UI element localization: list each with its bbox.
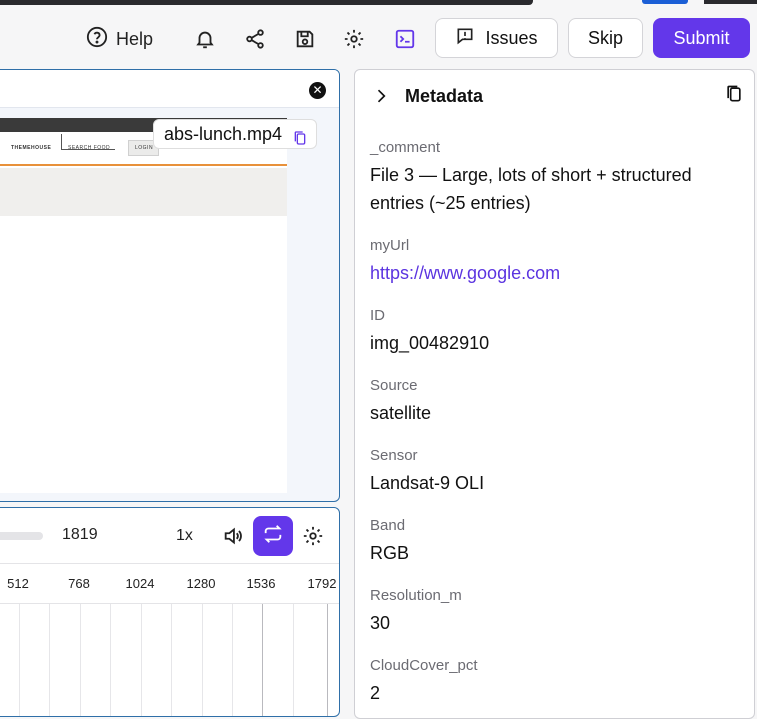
video-frame[interactable]: THEMEHOUSE SEARCH FOOD LOGIN [0,118,287,493]
tick-label: 512 [7,576,29,591]
skip-button[interactable]: Skip [568,18,643,58]
metadata-header[interactable]: Metadata [355,70,754,122]
issues-label: Issues [485,27,538,48]
metadata-key: Sensor [370,447,418,464]
duration-label: 1819 [62,526,98,543]
top-strip-accent [642,0,688,4]
skip-label: Skip [587,27,623,48]
progress-bar[interactable] [0,532,43,540]
metadata-value: img_00482910 [370,333,490,353]
player-panel: 1819 1x 512 768 1024 1280 1536 1792 [0,507,340,717]
metadata-value: 30 [370,613,391,633]
metadata-title: Metadata [405,86,484,106]
frame-nav-login: LOGIN [135,145,154,151]
metadata-key: Resolution_m [370,587,462,604]
submit-button[interactable]: Submit [653,18,750,58]
issues-button[interactable]: Issues [435,18,558,58]
terminal-icon[interactable] [393,27,417,51]
metadata-entry: Sensor Landsat-9 OLI [370,447,740,497]
metadata-entry: Source satellite [370,377,740,427]
submit-label: Submit [673,27,730,48]
top-strip-dark-right [704,0,757,4]
metadata-value: RGB [370,543,410,563]
tick-label: 1280 [186,576,216,591]
toolbar: Help Issues Skip Submit [0,10,757,68]
filename-chip: abs-lunch.mp4 [153,119,318,149]
bell-icon[interactable] [193,27,217,51]
top-strip [0,0,757,5]
settings-icon[interactable] [301,524,325,548]
frame-nav-brand: THEMEHOUSE [11,145,52,151]
metadata-key: ID [370,307,385,324]
metadata-key: Source [370,377,418,394]
metadata-entry: ID img_00482910 [370,307,740,357]
close-icon[interactable]: ✕ [309,82,326,99]
metadata-panel: Metadata _comment File 3 — Large, lots o… [354,69,755,719]
tick-label: 1792 [307,576,337,591]
timeline-ruler[interactable]: 512 768 1024 1280 1536 1792 [0,564,339,604]
issues-icon [455,26,475,51]
metadata-value: Landsat-9 OLI [370,473,485,493]
copy-icon[interactable] [724,84,744,109]
metadata-key: CloudCover_pct [370,657,478,674]
timeline-grid[interactable] [0,604,339,716]
metadata-value: File 3 — Large, lots of short + structur… [370,165,692,213]
metadata-link[interactable]: https://www.google.com [370,259,740,287]
filename-label: abs-lunch.mp4 [164,124,283,144]
help-button[interactable]: Help [86,26,154,53]
chevron-right-icon[interactable] [371,86,391,111]
repeat-icon [262,523,284,550]
tick-label: 1536 [246,576,276,591]
metadata-entry: myUrl https://www.google.com [370,237,740,287]
metadata-value: satellite [370,403,432,423]
copy-icon[interactable] [292,126,308,154]
gear-icon[interactable] [342,27,366,51]
video-panel-header: ✕ [0,70,339,108]
frame-nav-search: SEARCH FOOD [68,145,111,151]
help-icon [86,26,108,53]
tick-label: 768 [68,576,90,591]
metadata-entry: CloudCover_pct 2 [370,657,740,707]
loop-button[interactable] [253,516,293,556]
volume-icon[interactable] [221,524,245,548]
video-panel: ✕ THEMEHOUSE SEARCH FOOD LOGIN abs-lunch… [0,69,340,502]
metadata-entry: _comment File 3 — Large, lots of short +… [370,139,740,217]
help-label: Help [116,28,154,49]
metadata-entry: Band RGB [370,517,740,567]
top-strip-dark [0,0,533,5]
metadata-key: _comment [370,139,441,156]
metadata-key: Band [370,517,406,534]
save-icon[interactable] [293,27,317,51]
metadata-key: myUrl [370,237,410,254]
share-icon[interactable] [243,27,267,51]
speed-button[interactable]: 1x [176,527,193,545]
player-controls: 1819 1x [0,508,339,564]
metadata-entry: Resolution_m 30 [370,587,740,637]
tick-label: 1024 [125,576,155,591]
